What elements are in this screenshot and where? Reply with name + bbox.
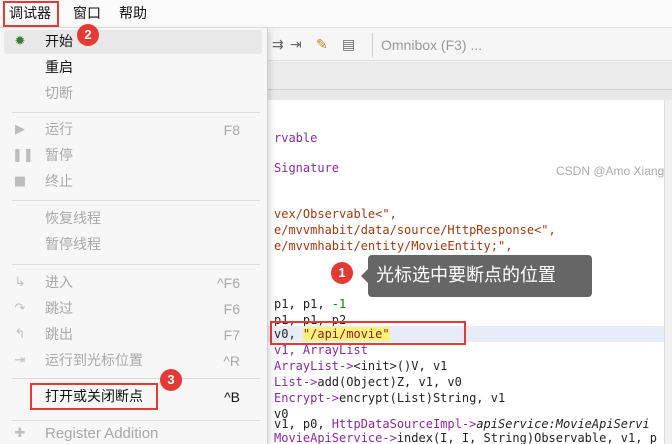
menu-window[interactable]: 窗口 [73,4,101,24]
menu-item-shortcut: ^F6 [217,275,240,291]
menu-item-step-over[interactable]: ↷ 跳过 F6 [4,297,262,321]
menu-separator [12,112,260,113]
play-icon: ▶ [15,122,25,137]
code-line: e/mvvmhabit/entity/MovieEntity;", [274,238,512,254]
code-text: List-> [274,375,318,389]
code-text: add(Object)Z, v1, v0 [317,375,462,389]
menu-item-label: 切断 [45,86,73,102]
menu-item-resume-thread[interactable]: 恢复线程 [4,207,262,231]
code-line: Signature [274,160,339,176]
menu-help[interactable]: 帮助 [119,4,147,24]
code-text: encrypt(List)String, v1 [339,391,506,405]
code-line: rvable [274,130,317,146]
menu-item-shortcut: ^R [223,353,240,369]
code-text: p1, p1, [274,297,332,311]
menu-item-run[interactable]: ▶ 运行 F8 [4,118,262,142]
stop-icon: ■ [13,174,27,189]
code-text: vex/Observable<", [274,207,397,221]
code-text: v1, p0, [274,417,332,431]
menu-separator [12,200,260,201]
menu-item-run-to-cursor[interactable]: ⇥ 运行到光标位置 ^R [4,349,262,373]
pause-icon: ❚❚ [12,148,34,163]
menu-item-step-into[interactable]: ↳ 进入 ^F6 [4,271,262,295]
plus-icon: ✚ [14,426,26,441]
menu-separator [12,420,260,421]
menu-item-label: 暂停线程 [45,237,101,253]
code-line: ArrayList-><init>()V, v1 [274,358,447,374]
menu-item-shortcut: ^B [224,389,240,405]
watermark: CSDN @Amo Xiang [556,164,665,178]
document-icon[interactable]: ▤ [342,37,355,53]
code-number: -1 [331,297,347,311]
menu-item-shortcut: F6 [223,301,240,317]
annotation-box-menu [3,1,59,27]
menu-item-label: 重启 [45,60,73,76]
code-line: MovieApiService->index(I, I, String)Obse… [274,430,657,444]
code-text: Signature [274,161,340,175]
vertical-scrollbar[interactable] [664,100,672,444]
step-badge-3: 3 [160,369,182,391]
menu-item-shortcut: F7 [223,327,240,343]
annotation-box-breakpoint [30,383,158,410]
menu-item-restart[interactable]: 重启 [4,56,262,80]
code-text: <init>()V, v1 [353,359,448,373]
menu-separator [12,264,260,265]
step-into-icon: ↳ [14,275,26,290]
code-text: rvable [274,131,318,145]
code-line: e/mvvmhabit/data/source/HttpResponse<", [274,222,556,238]
step-badge-1: 1 [331,262,353,284]
run-to-cursor-icon: ⇥ [14,353,26,368]
code-line: List->add(Object)Z, v1, v0 [274,374,462,390]
menu-item-label: 开始 [45,34,73,50]
menu-item-label: 跳出 [45,327,73,343]
code-text: e/mvvmhabit/data/source/HttpResponse<", [274,223,556,237]
tooltip: 光标选中要断点的位置 [368,255,592,297]
pen-icon[interactable]: ✎ [316,37,328,53]
code-text: ArrayList-> [274,359,354,373]
step-icon[interactable]: ⇉ [272,37,284,53]
code-line: Encrypt->encrypt(List)String, v1 [274,390,505,406]
menu-item-register-addition[interactable]: ✚ Register Addition [4,422,262,444]
menu-item-label: 终止 [45,174,73,190]
code-text: v1, ArrayList [274,343,368,357]
annotation-box-code [270,321,466,345]
run-to-icon[interactable]: ⇥ [290,37,302,53]
toolbar: ⇉ ⇥ ✎ ▤ Omnibox (F3) ... [268,29,672,61]
tab-strip-bottom [268,90,672,100]
tab-strip [268,62,672,90]
code-text: e/mvvmhabit/entity/MovieEntity;", [274,239,513,253]
code-line: vex/Observable<", [274,206,397,222]
menu-item-label: 进入 [45,275,73,291]
step-badge-2: 2 [77,24,99,46]
menu-item-label: 跳过 [45,301,73,317]
menu-item-detach[interactable]: 切断 [4,82,262,106]
menu-item-label: 运行 [45,122,73,138]
step-out-icon: ↰ [14,327,26,342]
menu-bar: 调试器 窗口 帮助 [0,0,672,28]
menu-item-label: Register Addition [45,425,159,442]
code-text: HttpDataSourceImpl-> [331,417,477,431]
code-text: apiService:MovieApiServi [476,417,650,431]
bug-icon: ✹ [14,34,26,49]
menu-item-stop[interactable]: ■ 终止 [4,170,262,194]
menu-item-step-out[interactable]: ↰ 跳出 F7 [4,323,262,347]
menu-item-label: 暂停 [45,148,73,164]
code-text: index(I, I, String)Observable, v1, p [396,431,657,444]
menu-item-label: 恢复线程 [45,211,101,227]
omnibox-input[interactable]: Omnibox (F3) ... [372,33,672,57]
code-line: p1, p1, -1 [274,296,346,312]
debugger-dropdown-menu: ✹ 开始 重启 切断 ▶ 运行 F8 ❚❚ 暂停 ■ 终止 恢复线程 暂停线程 … [0,28,268,444]
menu-item-shortcut: F8 [223,122,240,138]
menu-item-start[interactable]: ✹ 开始 [4,30,262,54]
menu-item-suspend-thread[interactable]: 暂停线程 [4,233,262,257]
menu-item-label: 运行到光标位置 [45,353,143,369]
menu-separator [12,378,260,379]
menu-item-pause[interactable]: ❚❚ 暂停 [4,144,262,168]
code-text: MovieApiService-> [274,431,397,444]
code-text: Encrypt-> [274,391,340,405]
step-over-icon: ↷ [14,301,26,316]
